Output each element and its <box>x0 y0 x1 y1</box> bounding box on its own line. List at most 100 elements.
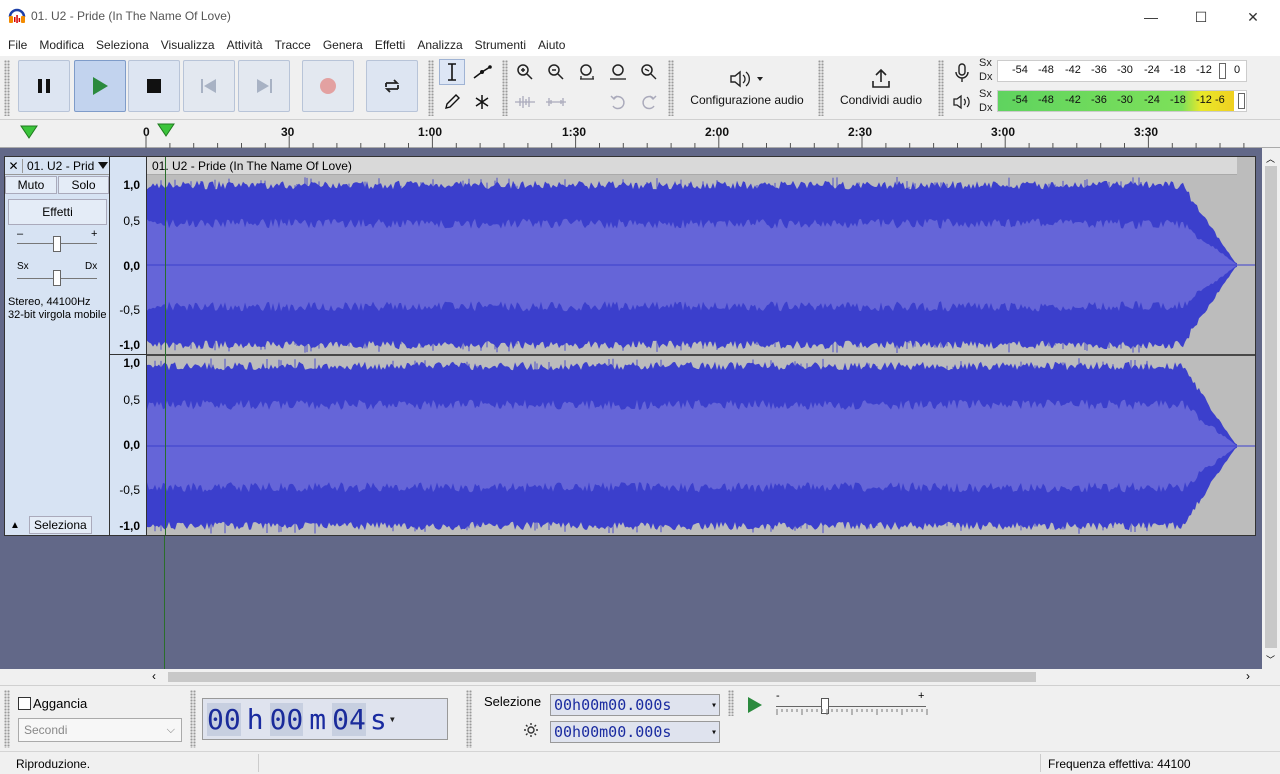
scroll-up-icon[interactable]: ︿ <box>1266 152 1275 165</box>
play-at-speed-icon[interactable] <box>746 696 764 714</box>
menu-file[interactable]: File <box>2 38 33 52</box>
redo-button[interactable] <box>636 89 662 115</box>
menu-effetti[interactable]: Effetti <box>369 38 411 52</box>
close-track-icon[interactable]: ✕ <box>5 158 23 173</box>
speaker-icon[interactable] <box>952 94 972 110</box>
audio-setup-button[interactable]: Configurazione audio <box>678 58 816 116</box>
minimize-button[interactable]: — <box>1126 0 1176 34</box>
multi-tool[interactable] <box>469 89 495 115</box>
scale-label: 0,5 <box>123 393 140 407</box>
horizontal-scroll-thumb[interactable] <box>168 672 1036 682</box>
rec-scale-tick: 0 <box>1234 64 1241 76</box>
microphone-icon[interactable] <box>954 63 970 83</box>
select-track-button[interactable]: Seleziona <box>29 516 92 534</box>
chevron-down-icon[interactable]: ▾ <box>711 700 719 711</box>
zoom-out-button[interactable] <box>543 59 569 85</box>
toolbar-grip[interactable] <box>428 60 434 116</box>
toolbar-grip[interactable] <box>4 690 10 748</box>
toolbar-grip[interactable] <box>466 690 472 748</box>
play-meter-left-label: Sx <box>979 88 992 100</box>
draw-tool[interactable] <box>439 89 465 115</box>
menu-visualizza[interactable]: Visualizza <box>155 38 221 52</box>
play-button[interactable] <box>74 60 126 112</box>
play-head-icon[interactable] <box>157 123 175 137</box>
time-format-dropdown-icon[interactable]: ▾ <box>389 712 396 726</box>
track-area[interactable]: ✕ 01. U2 - Prid Muto Solo Effetti – + Sx… <box>0 148 1262 669</box>
skip-to-start-button[interactable] <box>183 60 235 112</box>
toolbar-grip[interactable] <box>668 60 674 116</box>
solo-button[interactable]: Solo <box>58 176 109 194</box>
gear-icon[interactable] <box>523 722 539 738</box>
skip-to-end-button[interactable] <box>238 60 290 112</box>
snap-checkbox[interactable] <box>18 697 31 710</box>
collapse-track-icon[interactable]: ▲ <box>5 520 25 531</box>
zoom-toggle-icon <box>641 64 657 80</box>
zoom-toggle-button[interactable] <box>636 59 662 85</box>
toolbar-grip[interactable] <box>938 60 944 116</box>
waveform[interactable] <box>147 175 1256 536</box>
menu-seleziona[interactable]: Seleziona <box>90 38 155 52</box>
scale-label: 0,5 <box>123 214 140 228</box>
toolbar-grip[interactable] <box>818 60 824 116</box>
pan-slider-thumb[interactable] <box>53 270 61 286</box>
record-button[interactable] <box>302 60 354 112</box>
chevron-down-icon[interactable] <box>97 161 109 171</box>
maximize-button[interactable]: ☐ <box>1176 0 1226 34</box>
fit-project-button[interactable] <box>605 59 631 85</box>
timeline-ruler[interactable]: 0 30 1:00 1:30 2:00 2:30 3:00 3:30 <box>0 120 1280 148</box>
menu-genera[interactable]: Genera <box>317 38 369 52</box>
stop-button[interactable] <box>128 60 180 112</box>
speed-slider-ticks <box>776 709 928 715</box>
chevron-down-icon[interactable]: ▾ <box>711 727 719 738</box>
selection-end-field[interactable]: 00h00m00.000s ▾ <box>550 721 720 743</box>
menu-analizza[interactable]: Analizza <box>411 38 468 52</box>
toolbar-grip[interactable] <box>190 690 196 748</box>
menu-aiuto[interactable]: Aiuto <box>532 38 571 52</box>
gain-slider-thumb[interactable] <box>53 236 61 252</box>
horizontal-scrollbar[interactable]: ‹ › <box>146 669 1262 685</box>
mute-button[interactable]: Muto <box>5 176 57 194</box>
record-icon <box>320 78 336 94</box>
selection-start-field[interactable]: 00h00m00.000s ▾ <box>550 694 720 716</box>
loop-button[interactable] <box>366 60 418 112</box>
menu-modifica[interactable]: Modifica <box>33 38 90 52</box>
silence-audio-button[interactable] <box>543 89 569 115</box>
undo-button[interactable] <box>605 89 631 115</box>
scroll-down-icon[interactable]: ﹀ <box>1266 653 1275 666</box>
clip-title[interactable]: 01. U2 - Pride (In The Name Of Love) <box>147 157 1237 175</box>
menu-strumenti[interactable]: Strumenti <box>469 38 532 52</box>
playback-meter[interactable]: -54 -48 -42 -36 -30 -24 -18 -12 -6 <box>997 90 1247 112</box>
toolbar-grip[interactable] <box>502 60 508 116</box>
rec-meter-slider[interactable] <box>1219 63 1226 79</box>
audacity-logo-icon <box>8 8 26 23</box>
snap-toggle[interactable]: Aggancia <box>18 696 87 711</box>
play-icon <box>93 77 108 95</box>
share-audio-button[interactable]: Condividi audio <box>828 58 934 116</box>
vertical-scrollbar[interactable]: ︿ ﹀ <box>1262 148 1280 669</box>
scroll-left-icon[interactable]: ‹ <box>152 669 156 683</box>
fit-selection-button[interactable] <box>574 59 600 85</box>
close-button[interactable]: ✕ <box>1228 0 1278 34</box>
trim-audio-button[interactable] <box>512 89 538 115</box>
menu-tracce[interactable]: Tracce <box>269 38 317 52</box>
pause-button[interactable] <box>18 60 70 112</box>
track-name-menu[interactable]: 01. U2 - Prid <box>23 159 97 173</box>
recording-meter[interactable]: -54 -48 -42 -36 -30 -24 -18 -12 0 <box>997 60 1247 82</box>
scale-label: 0,0 <box>123 438 140 452</box>
play-meter-slider[interactable] <box>1238 93 1245 109</box>
amplitude-scale[interactable]: 1,0 0,5 0,0 -0,5 -1,0 1,0 0,5 0,0 -0,5 -… <box>110 156 146 536</box>
audio-position-display[interactable]: 00 h 00 m 04 s ▾ <box>202 698 448 740</box>
menu-attivita[interactable]: Attività <box>221 38 269 52</box>
selection-tool[interactable] <box>439 59 465 85</box>
status-divider <box>258 754 259 772</box>
toolbar-grip[interactable] <box>4 60 10 116</box>
snap-unit-select[interactable]: Secondi ⌵ <box>18 718 182 742</box>
envelope-tool[interactable] <box>469 59 495 85</box>
zoom-in-button[interactable] <box>512 59 538 85</box>
vertical-scroll-thumb[interactable] <box>1265 166 1277 648</box>
effects-button[interactable]: Effetti <box>8 199 107 225</box>
scroll-right-icon[interactable]: › <box>1246 669 1250 683</box>
waveform-clip[interactable]: 01. U2 - Pride (In The Name Of Love) <box>146 156 1256 536</box>
toolbar-grip[interactable] <box>728 690 734 716</box>
speed-slider-track[interactable] <box>776 706 926 707</box>
